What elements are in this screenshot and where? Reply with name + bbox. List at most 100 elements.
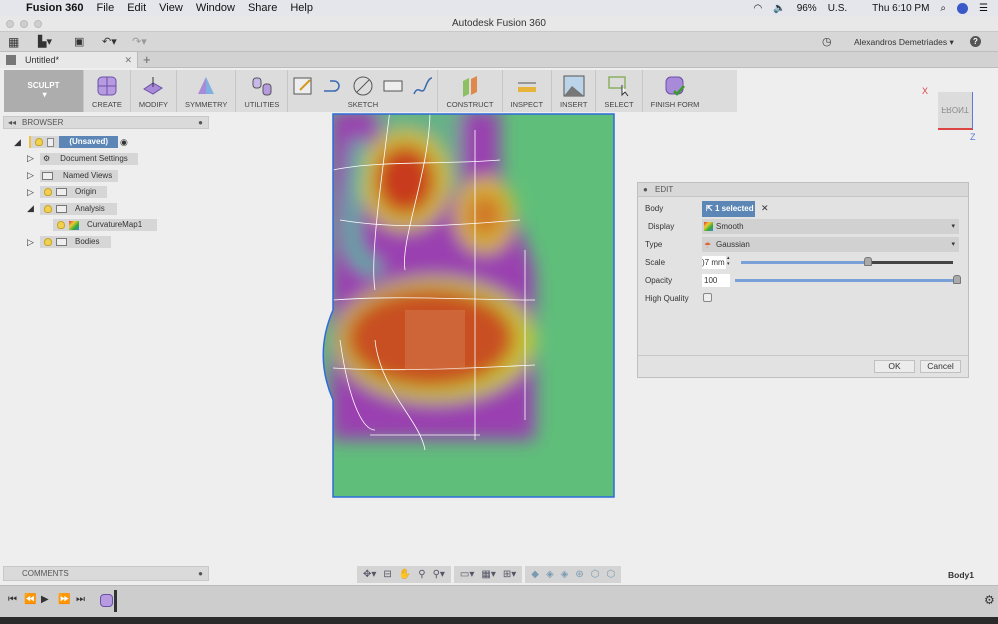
- wifi-icon[interactable]: ◠: [754, 3, 763, 14]
- wireframe-icon[interactable]: ⬡: [591, 569, 600, 580]
- type-dropdown[interactable]: ☂ Gaussian: [702, 237, 959, 252]
- viewports-icon[interactable]: ⊞▾: [503, 569, 516, 580]
- ok-button[interactable]: OK: [874, 360, 915, 373]
- timeline-marker[interactable]: [114, 590, 117, 612]
- opacity-slider-thumb[interactable]: [953, 275, 961, 284]
- fit-icon[interactable]: ⚲▾: [433, 569, 445, 580]
- create-menu[interactable]: CREATE: [84, 70, 131, 112]
- scale-slider-thumb[interactable]: [864, 257, 873, 266]
- browser-node-origin[interactable]: Origin: [40, 186, 107, 198]
- visibility-bulb-icon[interactable]: [35, 138, 43, 146]
- visibility-bulb-icon[interactable]: [44, 238, 52, 246]
- document-tab[interactable]: Untitled* ✕: [0, 52, 138, 68]
- browser-node-analysis[interactable]: Analysis: [40, 203, 117, 215]
- high-quality-checkbox[interactable]: [703, 293, 712, 302]
- siri-icon[interactable]: [957, 2, 969, 14]
- activate-component-icon[interactable]: ◉: [120, 137, 128, 148]
- symmetry-menu[interactable]: SYMMETRY: [177, 70, 237, 112]
- user-account-menu[interactable]: Alexandros Demetriades ▾: [854, 37, 954, 48]
- job-status-clock-icon[interactable]: ◷: [822, 35, 832, 48]
- scale-input[interactable]: )7 mm: [702, 256, 726, 269]
- utilities-menu[interactable]: UTILITIES: [236, 70, 289, 112]
- data-panel-grid-icon[interactable]: ▦: [8, 35, 19, 49]
- step-forward-icon[interactable]: ⏩: [58, 594, 70, 605]
- workspace-switcher[interactable]: SCULPT ▾: [4, 70, 84, 112]
- redo-icon[interactable]: ↷▾: [132, 35, 147, 48]
- pan-icon[interactable]: ✋: [399, 569, 411, 580]
- browser-node-curvaturemap1[interactable]: CurvatureMap1: [53, 219, 157, 231]
- display-settings-icon[interactable]: ▭▾: [460, 569, 474, 580]
- browser-node-bodies[interactable]: Bodies: [40, 236, 111, 248]
- minimize-window-button[interactable]: [20, 20, 28, 28]
- opacity-input[interactable]: 100: [702, 274, 730, 287]
- expand-icon[interactable]: ▷: [27, 237, 35, 248]
- clock[interactable]: Thu 6:10 PM: [872, 3, 929, 14]
- viewcube[interactable]: X FRONT Z: [922, 84, 980, 148]
- modify-menu[interactable]: MODIFY: [131, 70, 178, 112]
- menu-share[interactable]: Share: [248, 2, 277, 14]
- expand-icon[interactable]: ▷: [27, 170, 35, 181]
- clear-selection-icon[interactable]: ✕: [761, 203, 769, 214]
- expand-root-icon[interactable]: ◢: [14, 137, 22, 148]
- browser-node-document-settings[interactable]: ⚙ Document Settings: [40, 153, 138, 165]
- undo-icon[interactable]: ↶▾: [102, 35, 117, 48]
- zoom-icon[interactable]: ⚲: [418, 569, 425, 580]
- collapse-icon[interactable]: ◢: [27, 203, 35, 214]
- cancel-button[interactable]: Cancel: [920, 360, 961, 373]
- insert-menu[interactable]: INSERT: [552, 70, 597, 112]
- go-to-end-icon[interactable]: ⏭: [76, 594, 85, 605]
- curvature-map-model[interactable]: [320, 110, 620, 502]
- opacity-slider[interactable]: [735, 275, 961, 284]
- close-tab-icon[interactable]: ✕: [124, 52, 132, 68]
- look-at-icon[interactable]: ⊟: [383, 569, 391, 580]
- visibility-bulb-icon[interactable]: [44, 188, 52, 196]
- comments-options-icon[interactable]: ●: [198, 567, 203, 581]
- save-icon[interactable]: ▣: [74, 35, 84, 48]
- browser-node-root[interactable]: (Unsaved): [29, 136, 118, 148]
- file-menu-icon[interactable]: ▙▾: [38, 35, 52, 48]
- app-menu[interactable]: Fusion 360: [26, 2, 83, 14]
- help-icon[interactable]: ?: [970, 36, 981, 47]
- scale-slider[interactable]: [741, 257, 953, 266]
- menu-window[interactable]: Window: [196, 2, 235, 14]
- isolate-icon[interactable]: ⊛: [575, 569, 583, 580]
- control-frame-icon[interactable]: ◈: [546, 569, 554, 580]
- finish-form-button[interactable]: FINISH FORM: [643, 70, 708, 112]
- grid-settings-icon[interactable]: ▦▾: [481, 569, 495, 580]
- visible-edges-icon[interactable]: ⬡: [607, 569, 616, 580]
- collapse-dialog-icon[interactable]: ●: [643, 183, 648, 197]
- notification-center-icon[interactable]: ☰: [979, 3, 988, 14]
- construct-menu[interactable]: CONSTRUCT: [438, 70, 503, 112]
- expand-icon[interactable]: ▷: [27, 187, 35, 198]
- play-icon[interactable]: ▶: [41, 594, 49, 605]
- body-selection-button[interactable]: ⇱ 1 selected: [702, 201, 755, 217]
- menu-file[interactable]: File: [96, 2, 114, 14]
- browser-node-named-views[interactable]: Named Views: [40, 170, 118, 182]
- box-display-icon[interactable]: ◆: [531, 569, 539, 580]
- smooth-display-icon[interactable]: ◈: [561, 569, 569, 580]
- select-menu[interactable]: SELECT: [596, 70, 643, 112]
- go-to-start-icon[interactable]: ⏮: [8, 594, 17, 605]
- viewcube-front-face[interactable]: FRONT: [938, 92, 973, 130]
- spotlight-icon[interactable]: ⌕: [940, 3, 946, 14]
- menu-help[interactable]: Help: [290, 2, 313, 14]
- comments-panel-header[interactable]: COMMENTS ●: [3, 566, 209, 581]
- menu-edit[interactable]: Edit: [127, 2, 146, 14]
- new-tab-button[interactable]: +: [143, 52, 151, 68]
- visibility-bulb-icon[interactable]: [57, 221, 65, 229]
- step-back-icon[interactable]: ⏪: [24, 594, 36, 605]
- browser-options-icon[interactable]: ●: [198, 117, 203, 129]
- browser-panel-header[interactable]: ◂◂ BROWSER ●: [3, 116, 209, 129]
- battery-level[interactable]: 96%: [797, 3, 817, 14]
- form-feature-icon[interactable]: [100, 594, 113, 607]
- volume-icon[interactable]: 🔈: [773, 3, 785, 14]
- inspect-menu[interactable]: INSPECT: [503, 70, 553, 112]
- collapse-browser-icon[interactable]: ◂◂: [8, 118, 16, 127]
- menu-view[interactable]: View: [159, 2, 183, 14]
- sketch-menu[interactable]: SKETCH: [288, 70, 439, 112]
- input-source[interactable]: U.S.: [828, 3, 847, 14]
- close-window-button[interactable]: [6, 20, 14, 28]
- scale-stepper[interactable]: ▴ ▾: [727, 255, 730, 267]
- zoom-window-button[interactable]: [34, 20, 42, 28]
- expand-icon[interactable]: ▷: [27, 153, 35, 164]
